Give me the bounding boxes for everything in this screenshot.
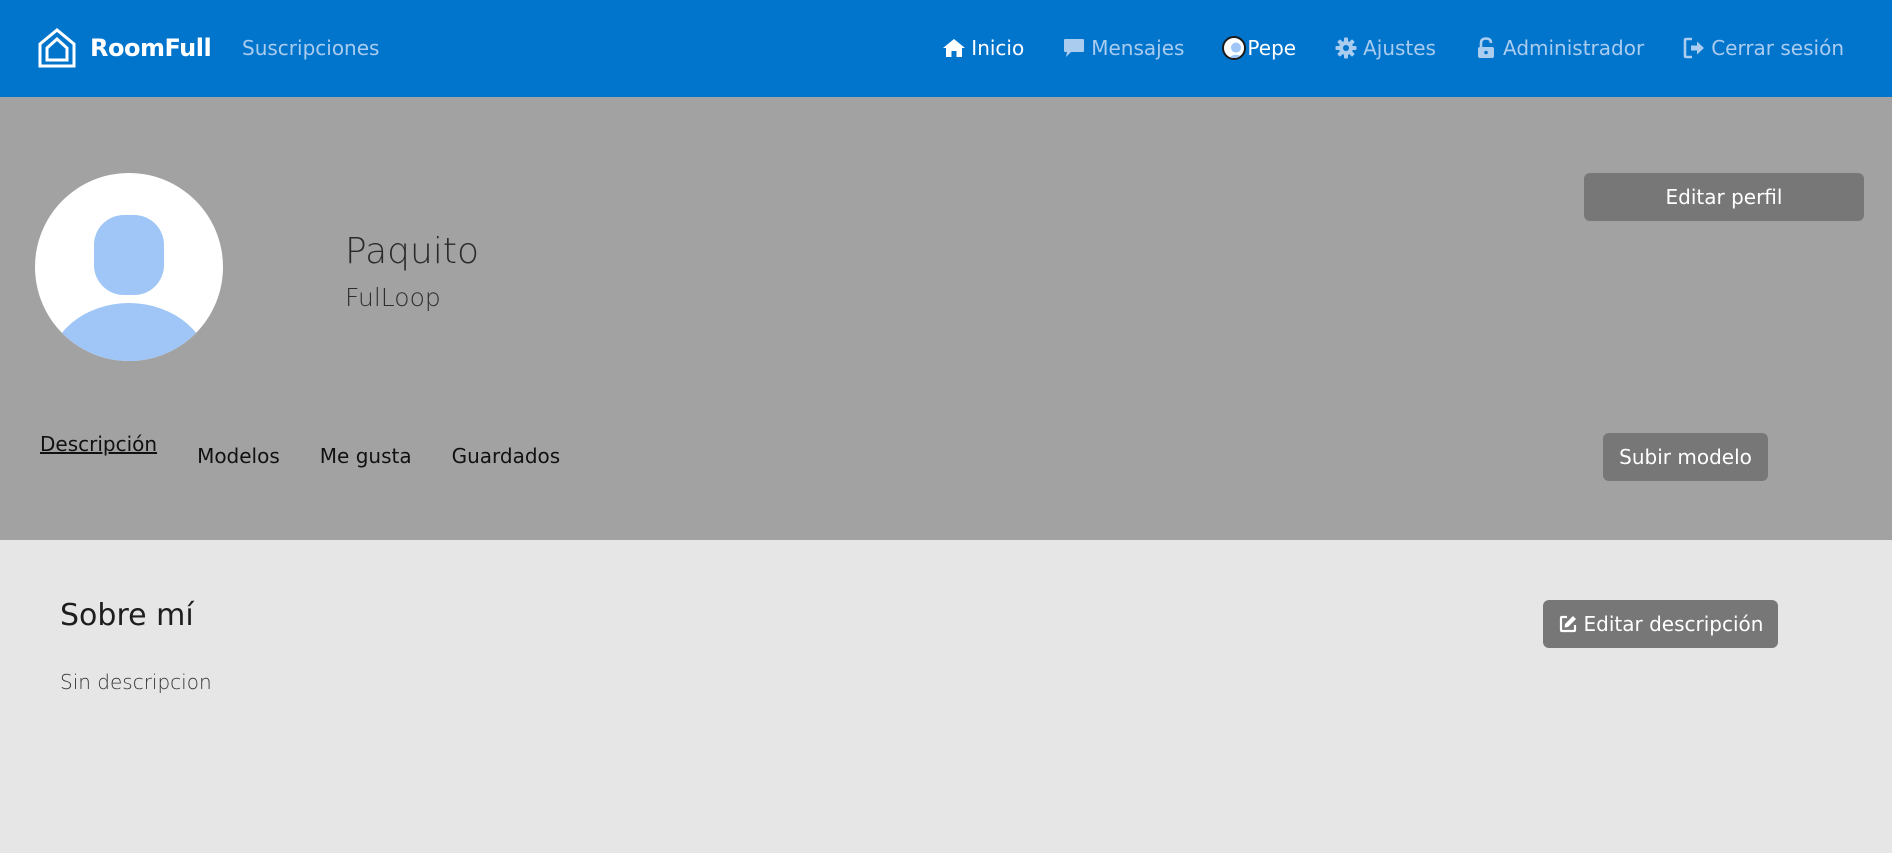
user-avatar [1222, 36, 1247, 60]
gear-icon [1335, 37, 1357, 59]
user-placeholder-icon [48, 215, 210, 361]
unlock-icon [1477, 37, 1494, 58]
nav-menu: Inicio Mensajes Pepe Ajustes Administrad… [942, 30, 1844, 66]
nav-item-label: Ajustes [1363, 36, 1436, 60]
chat-icon [1064, 39, 1085, 57]
subscriptions-link[interactable]: Suscripciones [242, 36, 379, 60]
brand-name: RoomFull [90, 34, 212, 62]
nav-item-cerrar-sesion[interactable]: Cerrar sesión [1682, 36, 1844, 60]
brand[interactable]: RoomFull [36, 24, 212, 72]
about-title: Sobre mí [60, 598, 194, 633]
tab-descripcion[interactable]: Descripción [40, 432, 157, 456]
tab-guardados[interactable]: Guardados [452, 444, 561, 468]
home-icon [943, 39, 966, 57]
profile-header: Paquito FulLoop Editar perfil Descripció… [0, 97, 1892, 540]
top-navbar: RoomFull Suscripciones Inicio Mensajes P… [0, 0, 1892, 97]
edit-description-label: Editar descripción [1583, 612, 1764, 636]
edit-icon [1559, 615, 1576, 633]
nav-item-label: Cerrar sesión [1711, 36, 1844, 60]
profile-subtitle: FulLoop [345, 283, 441, 312]
edit-profile-button[interactable]: Editar perfil [1584, 173, 1864, 221]
nav-item-label: Mensajes [1091, 36, 1185, 60]
sign-out-icon [1683, 37, 1705, 59]
nav-item-label: Administrador [1502, 36, 1645, 60]
profile-avatar [35, 173, 223, 361]
nav-item-administrador[interactable]: Administrador [1474, 36, 1644, 60]
profile-name: Paquito [345, 231, 479, 272]
nav-item-label: Pepe [1247, 36, 1297, 60]
edit-description-button[interactable]: Editar descripción [1543, 600, 1778, 648]
house-logo-icon [38, 28, 76, 68]
nav-item-inicio[interactable]: Inicio [942, 36, 1024, 60]
about-text: Sin descripcion [60, 670, 212, 694]
profile-tabs: Descripción Modelos Me gusta Guardados [40, 432, 600, 468]
tab-modelos[interactable]: Modelos [197, 444, 280, 468]
nav-item-label: Inicio [971, 36, 1025, 60]
tab-me-gusta[interactable]: Me gusta [320, 444, 412, 468]
about-section: Sobre mí Sin descripcion Editar descripc… [0, 540, 1892, 853]
nav-item-mensajes[interactable]: Mensajes [1062, 36, 1184, 60]
nav-item-ajustes[interactable]: Ajustes [1334, 36, 1436, 60]
nav-item-user-pepe[interactable]: Pepe [1222, 36, 1296, 60]
upload-model-button[interactable]: Subir modelo [1603, 433, 1768, 481]
